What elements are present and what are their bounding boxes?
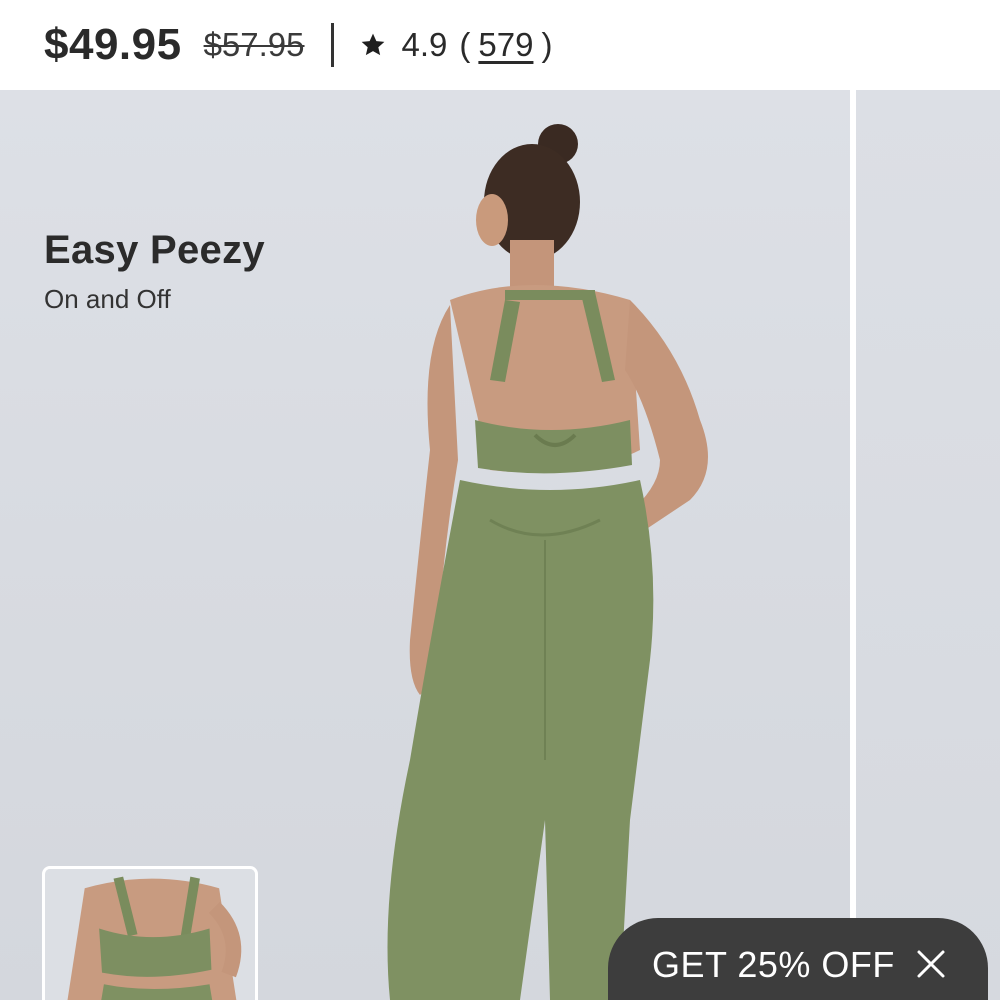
thumbnail-figure: [46, 869, 254, 1000]
product-gallery[interactable]: Easy Peezy On and Off: [0, 90, 1000, 1000]
product-subtitle: On and Off: [44, 284, 171, 314]
product-title: Easy Peezy: [44, 228, 265, 272]
paren-open: (: [459, 26, 471, 63]
original-price: $57.95: [203, 26, 305, 63]
price-header: $49.95 $57.95 4.9 ( 579 ): [0, 0, 1000, 90]
thumbnail-image[interactable]: [42, 866, 258, 1000]
product-image-next[interactable]: [856, 90, 1000, 1000]
star-icon: [360, 32, 386, 58]
divider: [330, 23, 334, 67]
rating-value: 4.9: [401, 26, 448, 63]
close-icon[interactable]: [915, 948, 947, 980]
product-image-main[interactable]: Easy Peezy On and Off: [0, 90, 850, 1000]
current-price: $49.95: [44, 20, 182, 69]
review-count-link[interactable]: 579: [478, 26, 533, 64]
promo-label: GET 25% OFF: [652, 944, 895, 985]
paren-close: ): [541, 26, 553, 63]
model-figure: [387, 124, 708, 1000]
promo-discount-button[interactable]: GET 25% OFF: [608, 918, 988, 1000]
